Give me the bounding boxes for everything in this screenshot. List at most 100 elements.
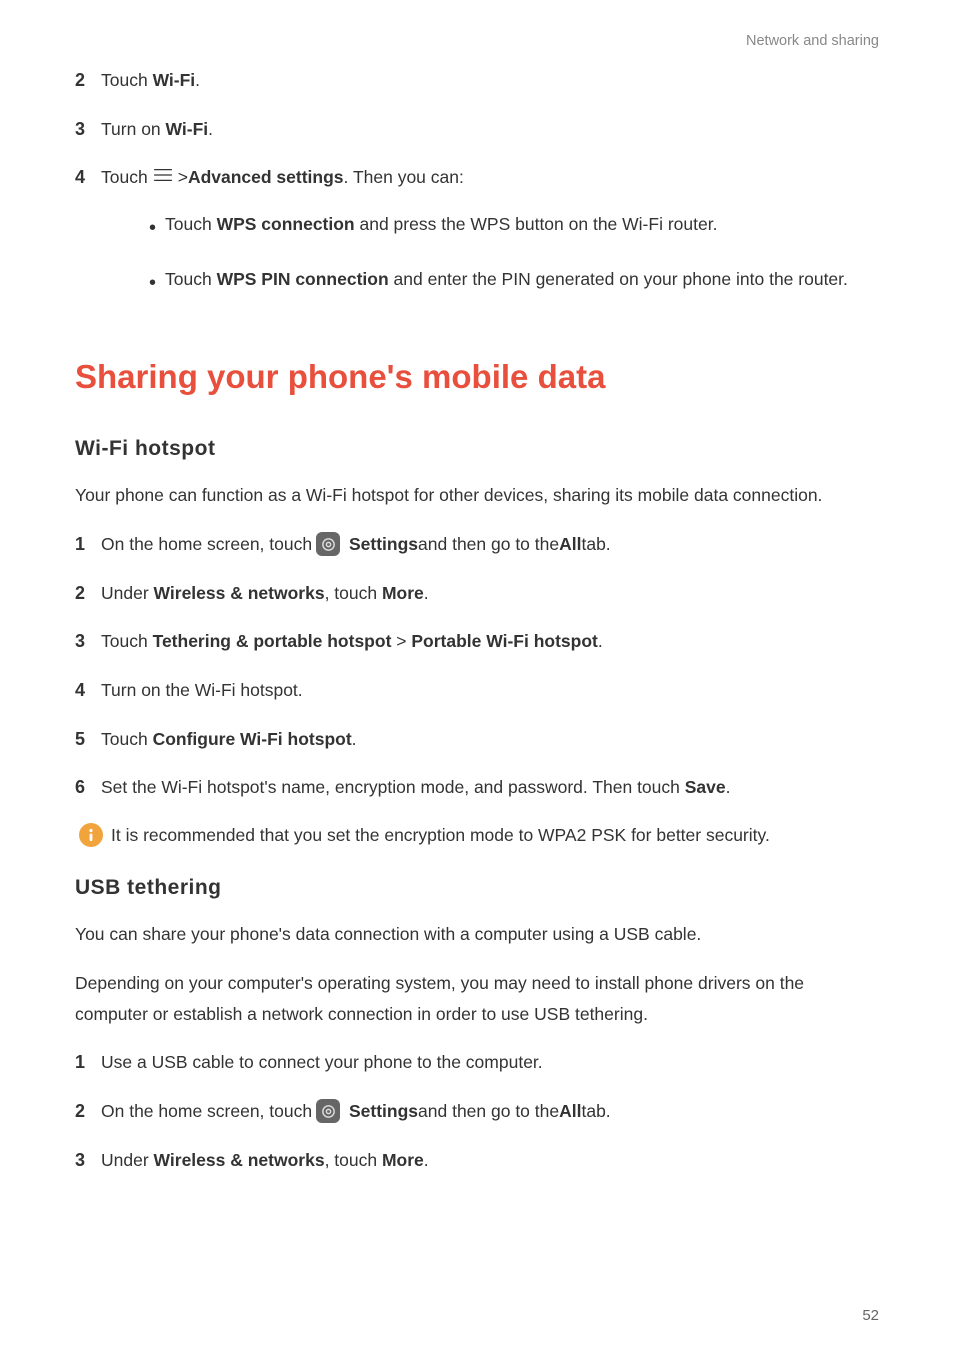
bullet-text: Touch WPS connection and press the WPS b… bbox=[165, 209, 879, 240]
text: Touch bbox=[165, 269, 217, 289]
bold-text: WPS PIN connection bbox=[217, 269, 389, 289]
step-content: Touch Tethering & portable hotspot > Por… bbox=[101, 626, 879, 657]
text: . bbox=[424, 1150, 429, 1170]
step-content: Set the Wi-Fi hotspot's name, encryption… bbox=[101, 772, 879, 803]
bold-text: Configure Wi-Fi hotspot bbox=[153, 729, 352, 749]
step-b6: 6 Set the Wi-Fi hotspot's name, encrypti… bbox=[75, 772, 879, 803]
text: Touch bbox=[165, 214, 217, 234]
text: Under bbox=[101, 583, 154, 603]
settings-icon bbox=[316, 1099, 340, 1123]
bold-text: Wireless & networks bbox=[154, 583, 325, 603]
bold-text: Settings bbox=[349, 529, 418, 560]
step-b2: 2 Under Wireless & networks, touch More. bbox=[75, 578, 879, 609]
bold-text: More bbox=[382, 583, 424, 603]
text: > bbox=[178, 162, 188, 193]
step-content: Touch Configure Wi-Fi hotspot. bbox=[101, 724, 879, 755]
bold-text: Save bbox=[685, 777, 726, 797]
step-number: 4 bbox=[75, 163, 95, 192]
step-number: 3 bbox=[75, 1146, 95, 1175]
menu-icon bbox=[152, 162, 174, 193]
step-number: 2 bbox=[75, 66, 95, 95]
text: and then go to the bbox=[418, 1096, 559, 1127]
step-a4: 4 Touch > Advanced settings. Then you ca… bbox=[75, 162, 879, 319]
step-content: Touch > Advanced settings. Then you can:… bbox=[101, 162, 879, 319]
step-content: Turn on the Wi-Fi hotspot. bbox=[101, 675, 879, 706]
bold-text: Settings bbox=[349, 1096, 418, 1127]
step-b1: 1 On the home screen, touch Settings and… bbox=[75, 529, 879, 560]
step-number: 3 bbox=[75, 115, 95, 144]
step-number: 6 bbox=[75, 773, 95, 802]
step-content: Under Wireless & networks, touch More. bbox=[101, 578, 879, 609]
step-content: Use a USB cable to connect your phone to… bbox=[101, 1047, 879, 1078]
step-number: 2 bbox=[75, 579, 95, 608]
paragraph: Your phone can function as a Wi-Fi hotsp… bbox=[75, 480, 879, 511]
text: Touch bbox=[101, 162, 148, 193]
text: > bbox=[391, 631, 411, 651]
step-number: 2 bbox=[75, 1097, 95, 1126]
bold-text: Wi-Fi bbox=[153, 70, 196, 90]
text: . bbox=[424, 583, 429, 603]
info-text: It is recommended that you set the encry… bbox=[111, 821, 879, 849]
text: tab. bbox=[581, 1096, 610, 1127]
bullet-text: Touch WPS PIN connection and enter the P… bbox=[165, 264, 879, 295]
text: . bbox=[352, 729, 357, 749]
bullet-list: Touch WPS connection and press the WPS b… bbox=[149, 209, 879, 301]
step-a3: 3 Turn on Wi-Fi. bbox=[75, 114, 879, 145]
text: . bbox=[195, 70, 200, 90]
paragraph: You can share your phone's data connecti… bbox=[75, 919, 879, 950]
step-c1: 1 Use a USB cable to connect your phone … bbox=[75, 1047, 879, 1078]
bold-text: Advanced settings bbox=[188, 162, 344, 193]
text: , touch bbox=[325, 1150, 382, 1170]
text: Set the Wi-Fi hotspot's name, encryption… bbox=[101, 777, 685, 797]
info-callout: It is recommended that you set the encry… bbox=[79, 821, 879, 849]
text: . bbox=[208, 119, 213, 139]
text: Under bbox=[101, 1150, 154, 1170]
section-heading: Sharing your phone's mobile data bbox=[75, 351, 879, 404]
step-b5: 5 Touch Configure Wi-Fi hotspot. bbox=[75, 724, 879, 755]
text: Touch bbox=[101, 631, 153, 651]
step-content: On the home screen, touch Settings and t… bbox=[101, 1096, 879, 1127]
bullet-item: Touch WPS connection and press the WPS b… bbox=[149, 209, 879, 246]
text: and enter the PIN generated on your phon… bbox=[389, 269, 848, 289]
bold-text: WPS connection bbox=[217, 214, 355, 234]
step-number: 4 bbox=[75, 676, 95, 705]
step-b3: 3 Touch Tethering & portable hotspot > P… bbox=[75, 626, 879, 657]
step-number: 1 bbox=[75, 1048, 95, 1077]
bold-text: Tethering & portable hotspot bbox=[153, 631, 392, 651]
info-icon bbox=[79, 823, 103, 847]
bold-text: More bbox=[382, 1150, 424, 1170]
text: Touch bbox=[101, 729, 153, 749]
text: and then go to the bbox=[418, 529, 559, 560]
step-c3: 3 Under Wireless & networks, touch More. bbox=[75, 1145, 879, 1176]
text: Turn on bbox=[101, 119, 166, 139]
text: . bbox=[726, 777, 731, 797]
step-content: Turn on Wi-Fi. bbox=[101, 114, 879, 145]
bold-text: Portable Wi-Fi hotspot bbox=[411, 631, 598, 651]
text: , touch bbox=[325, 583, 382, 603]
sub-heading-usb-tethering: USB tethering bbox=[75, 871, 879, 905]
paragraph: Depending on your computer's operating s… bbox=[75, 968, 879, 1029]
page-number: 52 bbox=[862, 1304, 879, 1328]
sub-heading-wifi-hotspot: Wi-Fi hotspot bbox=[75, 432, 879, 466]
page-header: Network and sharing bbox=[75, 30, 879, 53]
bullet-dot-icon bbox=[149, 266, 165, 301]
bold-text: Wireless & networks bbox=[154, 1150, 325, 1170]
text: . Then you can: bbox=[344, 162, 464, 193]
bold-text: All bbox=[559, 1096, 581, 1127]
step-content: Under Wireless & networks, touch More. bbox=[101, 1145, 879, 1176]
step-b4: 4 Turn on the Wi-Fi hotspot. bbox=[75, 675, 879, 706]
step-a2: 2 Touch Wi-Fi. bbox=[75, 65, 879, 96]
text: On the home screen, touch bbox=[101, 529, 312, 560]
bullet-dot-icon bbox=[149, 211, 165, 246]
step-c2: 2 On the home screen, touch Settings and… bbox=[75, 1096, 879, 1127]
settings-icon bbox=[316, 532, 340, 556]
text: tab. bbox=[581, 529, 610, 560]
step-content: On the home screen, touch Settings and t… bbox=[101, 529, 879, 560]
step-number: 3 bbox=[75, 627, 95, 656]
bold-text: Wi-Fi bbox=[166, 119, 209, 139]
bullet-item: Touch WPS PIN connection and enter the P… bbox=[149, 264, 879, 301]
step-number: 5 bbox=[75, 725, 95, 754]
text: Touch bbox=[101, 70, 153, 90]
text: and press the WPS button on the Wi-Fi ro… bbox=[355, 214, 718, 234]
step-content: Touch Wi-Fi. bbox=[101, 65, 879, 96]
